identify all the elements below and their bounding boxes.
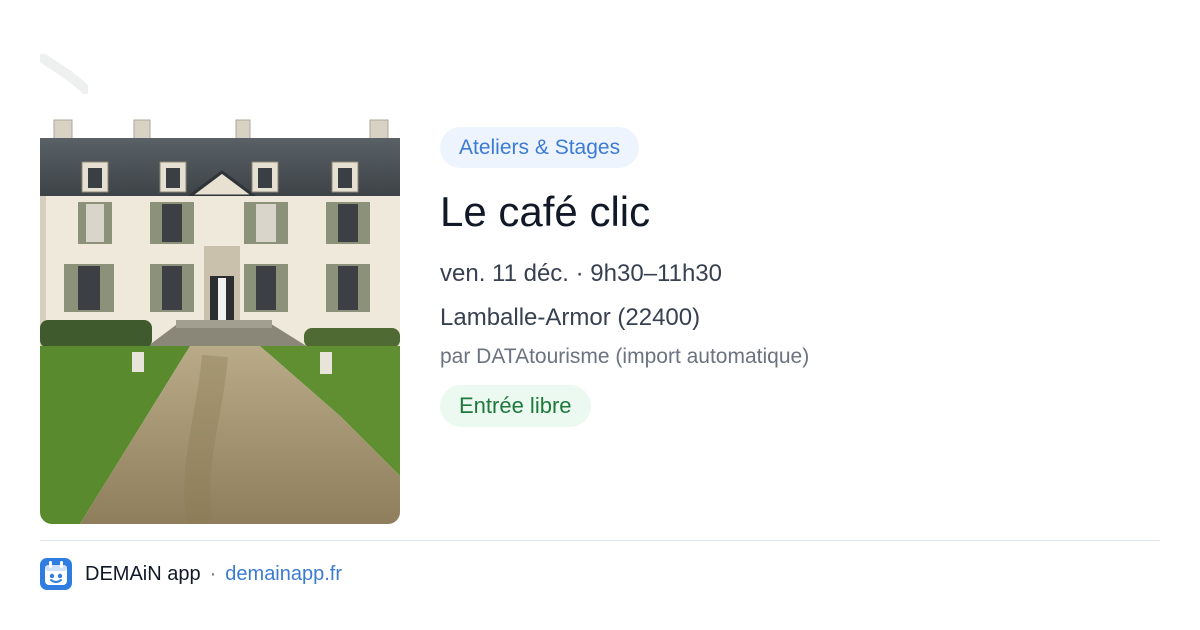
price-chip: Entrée libre: [440, 385, 591, 427]
footer-divider: [40, 540, 1160, 541]
footer: DEMAiN app · demainapp.fr: [40, 558, 342, 590]
footer-separator: ·: [209, 562, 217, 585]
event-location: Lamballe-Armor (22400): [440, 304, 701, 331]
event-title[interactable]: Le café clic: [440, 187, 1160, 237]
decorative-mark: [40, 54, 88, 94]
app-domain-link[interactable]: demainapp.fr: [225, 563, 342, 586]
event-share-card: Ateliers & Stages Le café clic ven. 11 d…: [0, 0, 1200, 630]
event-date-time: ven. 11 déc. · 9h30–11h30: [440, 260, 722, 287]
app-name: DEMAiN app: [85, 562, 201, 585]
category-chip[interactable]: Ateliers & Stages: [440, 127, 640, 168]
event-info: Ateliers & Stages Le café clic ven. 11 d…: [440, 127, 1160, 427]
event-image-chateau[interactable]: [40, 116, 400, 524]
event-source: par DATAtourisme (import automatique): [440, 345, 810, 368]
app-logo-icon: [40, 558, 72, 590]
